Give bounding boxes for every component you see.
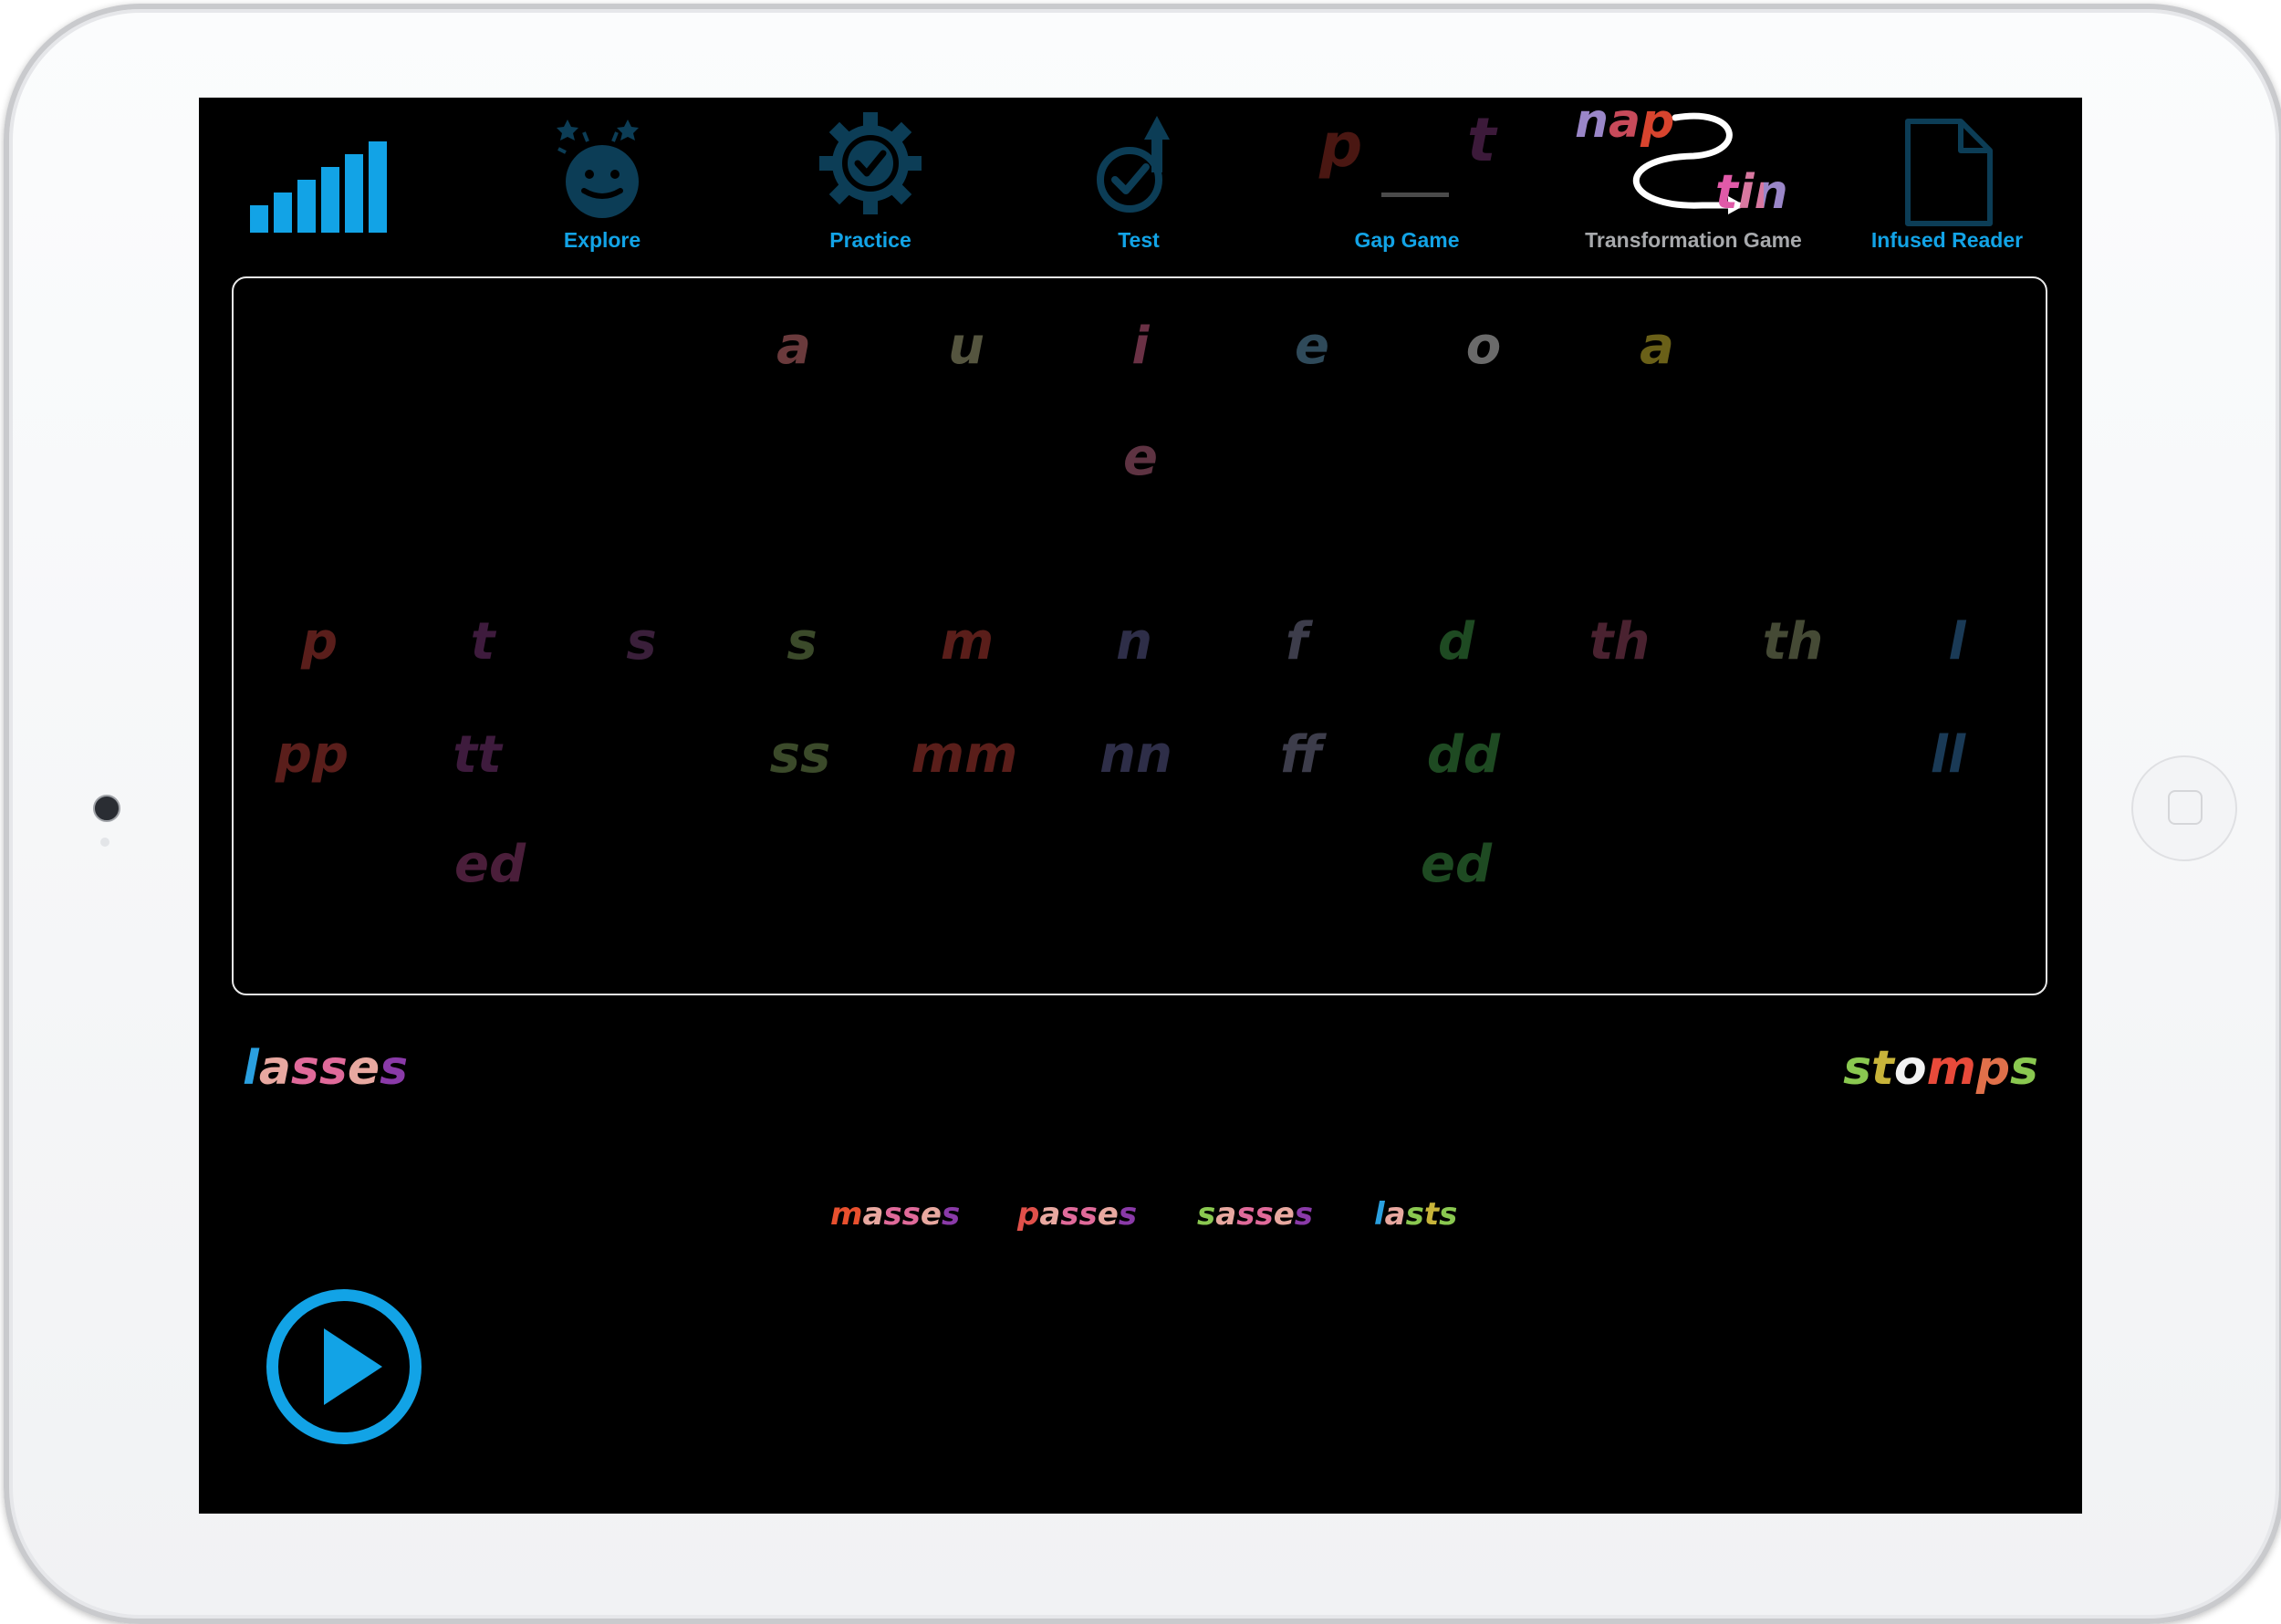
word-letter: s	[1405, 1196, 1424, 1233]
gap-game-button[interactable]: p t Gap Game	[1288, 98, 1526, 262]
word-letter: ss	[883, 1196, 921, 1233]
document-icon	[1905, 119, 1993, 226]
word-letter: s	[380, 1041, 409, 1096]
app-screen: Explore Practice Test p t Gap Game nap t…	[199, 98, 2082, 1514]
ambient-sensor	[100, 838, 109, 847]
history-word[interactable]: sasses	[1197, 1196, 1313, 1233]
phoneme-tile[interactable]: ed	[454, 835, 526, 894]
word-letter: ss	[1060, 1196, 1098, 1233]
history-word[interactable]: lasts	[1374, 1196, 1457, 1233]
phoneme-tile[interactable]: mm	[911, 725, 1018, 785]
play-icon	[324, 1328, 382, 1405]
phoneme-tile[interactable]: ff	[1280, 725, 1323, 785]
word-letter: a	[1039, 1196, 1061, 1233]
front-camera	[93, 795, 120, 822]
phoneme-tile[interactable]: e	[1295, 317, 1329, 376]
word-letter: ss	[290, 1041, 348, 1096]
start-word[interactable]: lasses	[243, 1041, 408, 1096]
word-letter: e	[920, 1196, 942, 1233]
toolbar: Explore Practice Test p t Gap Game nap t…	[199, 98, 2082, 262]
transformation-word-top: nap	[1575, 98, 1674, 149]
phoneme-tile[interactable]: p	[301, 612, 338, 671]
phoneme-tile[interactable]: ss	[770, 725, 831, 785]
word-letter: a	[1215, 1196, 1237, 1233]
test-label: Test	[1118, 228, 1160, 252]
phoneme-tile[interactable]: ll	[1931, 725, 1965, 785]
word-letter: s	[1197, 1196, 1216, 1233]
explore-button[interactable]: Explore	[484, 98, 721, 262]
phoneme-tile[interactable]: u	[948, 317, 984, 376]
word-letter: t	[1423, 1196, 1440, 1233]
word-letter: t	[1871, 1041, 1894, 1096]
gap-game-letter-p: p	[1319, 110, 1363, 181]
word-letter: s	[941, 1196, 961, 1233]
word-letter: a	[1384, 1196, 1406, 1233]
phoneme-tile[interactable]: d	[1438, 612, 1474, 671]
phoneme-tile[interactable]: s	[626, 612, 656, 671]
transformation-game-label: Transformation Game	[1585, 228, 1802, 252]
check-arrow-icon	[1097, 116, 1170, 213]
word-letter: p	[1017, 1196, 1040, 1233]
phoneme-tile[interactable]: pp	[276, 725, 349, 785]
phoneme-tile[interactable]: l	[1948, 612, 1965, 671]
test-button[interactable]: Test	[1020, 98, 1257, 262]
transformation-game-button[interactable]: nap tin Transformation Game	[1557, 98, 1830, 262]
practice-button[interactable]: Practice	[752, 98, 989, 262]
infused-reader-button[interactable]: Infused Reader	[1828, 98, 2066, 262]
phoneme-tile[interactable]: dd	[1427, 725, 1500, 785]
word-letter: s	[1439, 1196, 1458, 1233]
gap-game-blank	[1381, 193, 1449, 197]
phoneme-tile[interactable]: a	[1640, 317, 1674, 376]
play-button[interactable]	[266, 1289, 422, 1444]
phoneme-tile[interactable]: t	[471, 612, 495, 671]
gap-game-label: Gap Game	[1354, 228, 1460, 252]
word-letter: e	[347, 1041, 380, 1096]
smiley-face-icon	[557, 120, 639, 218]
home-button-square-icon	[2168, 790, 2203, 825]
history-word[interactable]: masses	[830, 1196, 960, 1233]
word-letter: ss	[1236, 1196, 1274, 1233]
word-letter: o	[1893, 1041, 1927, 1096]
gap-game-letter-t: t	[1467, 105, 1496, 175]
phoneme-tile[interactable]: th	[1763, 612, 1824, 671]
explore-label: Explore	[563, 228, 641, 252]
phoneme-tile[interactable]: ed	[1421, 835, 1492, 894]
phoneme-tile[interactable]: tt	[453, 725, 502, 785]
phoneme-tile[interactable]: s	[786, 612, 817, 671]
history-word[interactable]: passes	[1017, 1196, 1137, 1233]
word-letter: l	[1374, 1196, 1385, 1233]
word-letter: p	[1975, 1041, 2011, 1096]
word-letter: l	[243, 1041, 259, 1096]
phoneme-tile[interactable]: n	[1116, 612, 1152, 671]
signal-bars-icon	[250, 141, 387, 233]
practice-label: Practice	[829, 228, 911, 252]
word-letter: a	[862, 1196, 884, 1233]
word-letter: s	[2010, 1041, 2038, 1096]
word-letter: s	[1118, 1196, 1138, 1233]
target-word[interactable]: stomps	[1843, 1041, 2038, 1096]
phoneme-tile[interactable]: nn	[1099, 725, 1172, 785]
infused-reader-label: Infused Reader	[1870, 228, 2024, 252]
phoneme-tile[interactable]: m	[941, 612, 994, 671]
transformation-word-bottom: tin	[1715, 165, 1788, 220]
phoneme-tile[interactable]: th	[1589, 612, 1651, 671]
word-letter: m	[830, 1196, 863, 1233]
phoneme-tile[interactable]: a	[776, 317, 811, 376]
word-letter: e	[1097, 1196, 1119, 1233]
word-letter: m	[1926, 1041, 1976, 1096]
phoneme-tile[interactable]: f	[1286, 612, 1307, 671]
word-letter: s	[1843, 1041, 1872, 1096]
word-letter: e	[1273, 1196, 1295, 1233]
phoneme-tile[interactable]: e	[1123, 428, 1158, 487]
level-button[interactable]	[243, 98, 389, 262]
gear-check-icon	[819, 112, 922, 214]
phoneme-tile[interactable]: i	[1131, 317, 1149, 376]
phoneme-tile[interactable]: o	[1466, 317, 1501, 376]
word-letter: a	[258, 1041, 291, 1096]
word-letter: s	[1294, 1196, 1313, 1233]
